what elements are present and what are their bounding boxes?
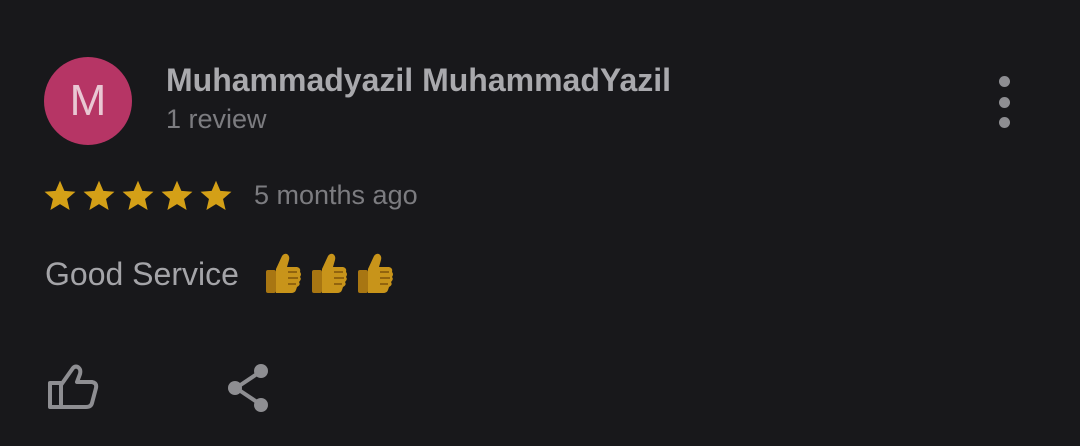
star-icon [83, 180, 115, 210]
thumbs-up-emoji-icon [358, 253, 393, 293]
review-card: M Muhammadyazil MuhammadYazil 1 review 5… [0, 0, 1080, 446]
review-text: Good Service [45, 256, 239, 292]
reviewer-review-count: 1 review [166, 104, 267, 134]
more-vertical-icon-dot [998, 96, 1010, 108]
star-icon [44, 180, 76, 210]
star-icon [122, 180, 154, 210]
reviewer-name[interactable]: Muhammadyazil MuhammadYazil [166, 62, 671, 99]
share-icon[interactable] [224, 362, 272, 414]
avatar[interactable]: M [44, 57, 132, 145]
star-rating [42, 178, 234, 214]
more-vertical-icon-dot [998, 76, 1010, 87]
thumbs-up-emoji-icon [266, 253, 301, 293]
star-icon [200, 180, 232, 210]
avatar-letter: M [69, 76, 107, 125]
star-icon [161, 180, 193, 210]
review-time: 5 months ago [254, 180, 418, 210]
review-emojis [262, 252, 396, 296]
thumbs-up-outline-icon[interactable] [46, 362, 100, 412]
more-options-button[interactable] [986, 76, 1022, 128]
thumbs-up-emoji-icon [312, 253, 347, 293]
more-vertical-icon-dot [998, 117, 1010, 128]
